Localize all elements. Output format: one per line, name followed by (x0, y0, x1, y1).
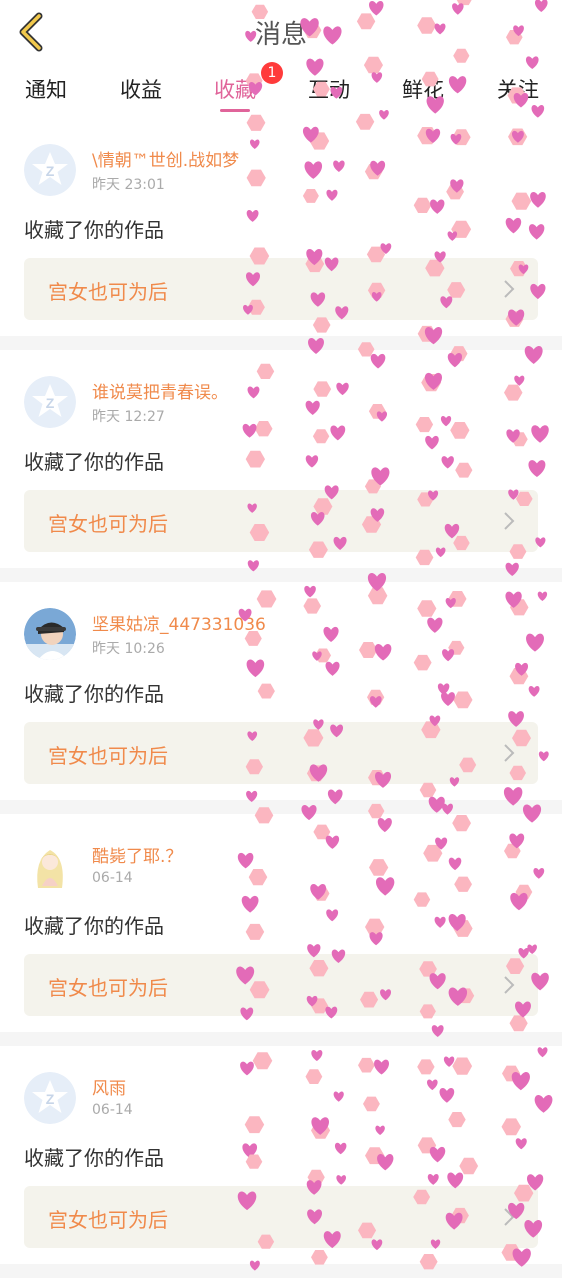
user-name[interactable]: 酷毙了耶.？ (92, 842, 182, 867)
svg-text:Z: Z (46, 163, 55, 179)
work-title: 宫女也可为后 (48, 280, 168, 304)
photo-avatar-icon (24, 608, 76, 660)
chevron-right-icon (504, 744, 515, 762)
anime-avatar-icon (24, 840, 76, 892)
tab-label: 通知 (25, 78, 67, 102)
tab-notice[interactable]: 通知 (22, 66, 70, 118)
user-name[interactable]: 坚果姑凉_447331036 (92, 610, 266, 635)
svg-text:Z: Z (46, 1091, 55, 1107)
divider (0, 1264, 562, 1278)
tab-interaction[interactable]: 互动 (305, 66, 353, 118)
header-bar: 消息 (0, 0, 562, 67)
action-text: 收藏了你的作品 (24, 682, 164, 706)
avatar[interactable] (24, 608, 76, 660)
default-avatar-icon: Z (24, 376, 76, 428)
work-title: 宫女也可为后 (48, 512, 168, 536)
tab-label: 收益 (120, 78, 162, 102)
tab-label: 关注 (497, 78, 539, 102)
chevron-right-icon (504, 280, 515, 298)
tab-flowers[interactable]: 鲜花 (399, 66, 447, 118)
tab-earnings[interactable]: 收益 (117, 66, 165, 118)
list-item[interactable]: 酷毙了耶.？ 06-14 收藏了你的作品 宫女也可为后 (0, 814, 562, 1032)
tab-follow[interactable]: 关注 (494, 66, 542, 118)
timestamp: 06-14 (92, 870, 133, 886)
chevron-right-icon (504, 1208, 515, 1226)
avatar[interactable] (24, 840, 76, 892)
work-title: 宫女也可为后 (48, 976, 168, 1000)
action-text: 收藏了你的作品 (24, 1146, 164, 1170)
user-name[interactable]: 谁说莫把青春误。 (92, 378, 228, 403)
tab-favorites[interactable]: 收藏 1 (211, 62, 283, 118)
user-name[interactable]: \情朝™世创.战如梦 (92, 146, 239, 171)
chevron-right-icon (504, 512, 515, 530)
work-link[interactable]: 宫女也可为后 (24, 490, 538, 552)
work-title: 宫女也可为后 (48, 1208, 168, 1232)
divider (0, 800, 562, 814)
tab-label: 鲜花 (402, 78, 444, 102)
unread-badge: 1 (261, 62, 283, 84)
page-title: 消息 (254, 20, 307, 50)
tab-label: 收藏 (214, 78, 256, 102)
timestamp: 昨天 10:26 (92, 641, 165, 657)
divider (0, 1032, 562, 1046)
default-avatar-icon: Z (24, 144, 76, 196)
timestamp: 昨天 23:01 (92, 177, 165, 193)
list-item[interactable]: Z 谁说莫把青春误。 昨天 12:27 收藏了你的作品 宫女也可为后 (0, 350, 562, 568)
tab-label: 互动 (308, 78, 350, 102)
svg-text:Z: Z (46, 395, 55, 411)
work-link[interactable]: 宫女也可为后 (24, 1186, 538, 1248)
divider (0, 336, 562, 350)
work-title: 宫女也可为后 (48, 744, 168, 768)
list-item[interactable]: Z \情朝™世创.战如梦 昨天 23:01 收藏了你的作品 宫女也可为后 (0, 118, 562, 336)
action-text: 收藏了你的作品 (24, 218, 164, 242)
timestamp: 06-14 (92, 1102, 133, 1118)
action-text: 收藏了你的作品 (24, 450, 164, 474)
tab-bar: 通知 收益 收藏 1 互动 鲜花 关注 (0, 62, 562, 118)
active-tab-indicator (220, 109, 250, 112)
divider (0, 568, 562, 582)
list-item[interactable]: Z 风雨 06-14 收藏了你的作品 宫女也可为后 (0, 1046, 562, 1264)
chevron-right-icon (504, 976, 515, 994)
work-link[interactable]: 宫女也可为后 (24, 722, 538, 784)
avatar[interactable]: Z (24, 1072, 76, 1124)
work-link[interactable]: 宫女也可为后 (24, 954, 538, 1016)
avatar[interactable]: Z (24, 144, 76, 196)
work-link[interactable]: 宫女也可为后 (24, 258, 538, 320)
user-name[interactable]: 风雨 (92, 1074, 126, 1099)
default-avatar-icon: Z (24, 1072, 76, 1124)
list-item[interactable]: 坚果姑凉_447331036 昨天 10:26 收藏了你的作品 宫女也可为后 (0, 582, 562, 800)
timestamp: 昨天 12:27 (92, 409, 165, 425)
action-text: 收藏了你的作品 (24, 914, 164, 938)
avatar[interactable]: Z (24, 376, 76, 428)
